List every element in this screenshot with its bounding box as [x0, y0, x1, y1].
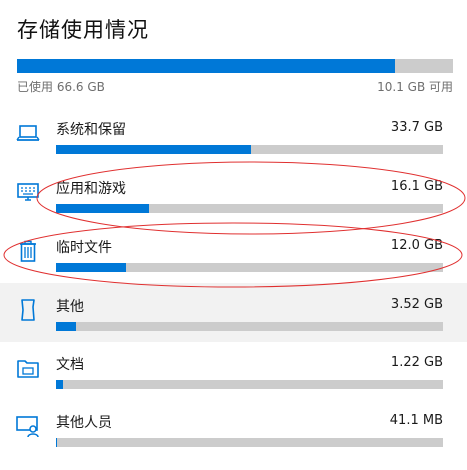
category-usage-bar-fill: [56, 380, 63, 389]
category-label: 系统和保留: [56, 122, 126, 138]
free-space-label: 10.1 GB 可用: [377, 80, 453, 94]
category-usage-bar-fill: [56, 263, 126, 272]
category-usage-bar-fill: [56, 145, 252, 154]
category-label: 应用和游戏: [56, 181, 126, 197]
trash-icon: [14, 237, 42, 265]
category-size: 3.52 GB: [390, 297, 443, 312]
document-icon: [14, 296, 42, 324]
category-usage-bar: [56, 380, 443, 389]
category-label: 其他: [56, 299, 84, 315]
person-monitor-icon: [14, 412, 42, 440]
category-usage-bar: [56, 322, 443, 331]
category-usage-bar: [56, 145, 443, 154]
category-label: 临时文件: [56, 240, 112, 256]
category-size: 41.1 MB: [389, 413, 443, 428]
category-usage-bar-fill: [56, 322, 77, 331]
keyboard-monitor-icon: [14, 178, 42, 206]
category-other[interactable]: 其他 3.52 GB: [0, 283, 467, 342]
category-other-people[interactable]: 其他人员 41.1 MB: [0, 412, 467, 470]
category-usage-bar: [56, 204, 443, 213]
folder-icon: [14, 354, 42, 382]
category-size: 12.0 GB: [390, 238, 443, 253]
used-space-label: 已使用 66.6 GB: [17, 80, 105, 94]
category-documents[interactable]: 文档 1.22 GB: [0, 354, 467, 412]
category-size: 16.1 GB: [390, 179, 443, 194]
category-size: 33.7 GB: [390, 120, 443, 135]
category-usage-bar: [56, 438, 443, 447]
category-system-reserved[interactable]: 系统和保留 33.7 GB: [0, 119, 467, 177]
category-usage-bar-fill: [56, 438, 57, 447]
category-usage-bar-fill: [56, 204, 149, 213]
category-usage-bar: [56, 263, 443, 272]
category-size: 1.22 GB: [390, 355, 443, 370]
category-label: 其他人员: [56, 415, 112, 431]
total-storage-bar-fill: [17, 59, 396, 73]
category-label: 文档: [56, 357, 84, 373]
total-storage-bar: [17, 59, 453, 73]
page-title: 存储使用情况: [17, 18, 149, 42]
category-apps-games[interactable]: 应用和游戏 16.1 GB: [0, 178, 467, 236]
laptop-icon: [14, 119, 42, 147]
